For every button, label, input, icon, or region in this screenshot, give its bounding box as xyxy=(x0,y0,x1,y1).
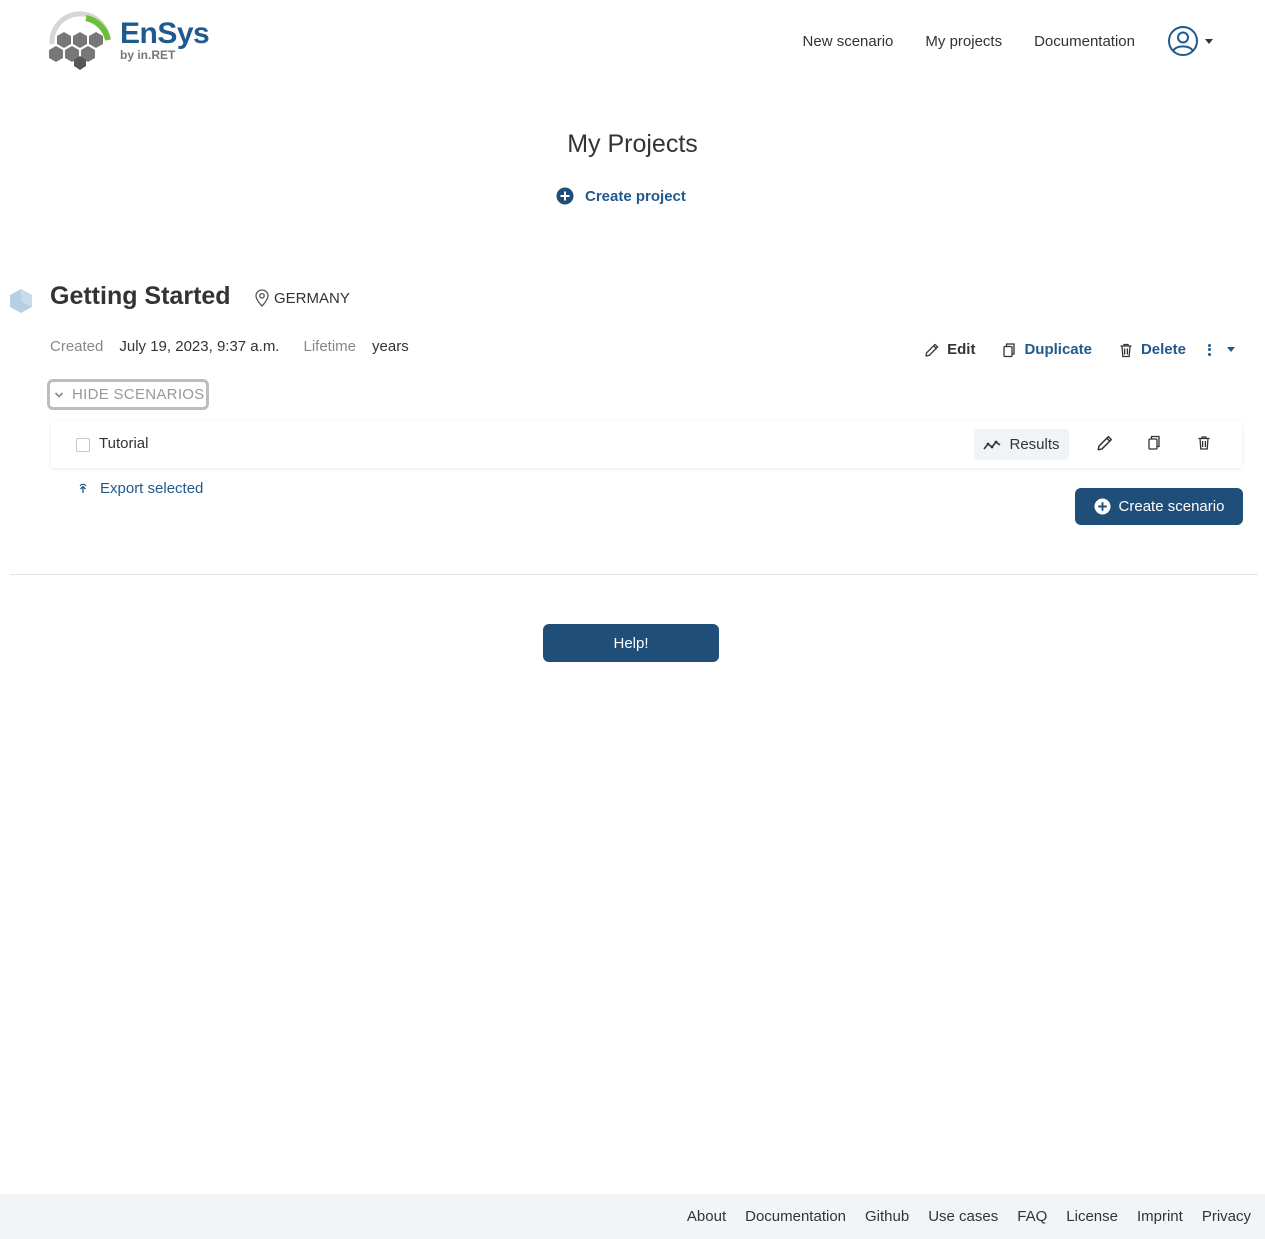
scenario-name: Tutorial xyxy=(99,435,149,452)
results-label: Results xyxy=(1009,436,1060,453)
pencil-icon xyxy=(1097,435,1113,451)
edit-label: Edit xyxy=(947,341,976,358)
delete-scenario-button[interactable] xyxy=(1196,434,1212,456)
edit-scenario-button[interactable] xyxy=(1096,434,1114,457)
project-hexagon-icon xyxy=(10,289,32,313)
brand-subtitle: by in.RET xyxy=(120,48,176,62)
export-selected-label: Export selected xyxy=(100,480,204,497)
project-meta: Created July 19, 2023, 9:37 a.m. Lifetim… xyxy=(50,338,433,355)
delete-project-button[interactable]: Delete xyxy=(1118,341,1186,358)
lifetime-label: Lifetime xyxy=(303,338,357,355)
project-actions: Edit Duplicate Delete xyxy=(898,341,1235,358)
create-scenario-button[interactable]: Create scenario xyxy=(1075,488,1243,525)
project-location: GERMANY xyxy=(255,289,350,307)
copy-icon xyxy=(1003,342,1016,357)
lifetime-value: years xyxy=(372,338,409,355)
top-nav: New scenario My projects Documentation xyxy=(787,25,1265,57)
project-title: Getting Started xyxy=(50,282,231,310)
results-button[interactable]: Results xyxy=(974,429,1069,460)
delete-label: Delete xyxy=(1140,341,1186,358)
footer-link-use-cases[interactable]: Use cases xyxy=(928,1208,998,1225)
pencil-icon xyxy=(925,343,939,357)
footer: About Documentation Github Use cases FAQ… xyxy=(0,1194,1265,1239)
footer-link-about[interactable]: About xyxy=(687,1208,726,1225)
duplicate-label: Duplicate xyxy=(1024,341,1092,358)
help-button[interactable]: Help! xyxy=(543,624,719,662)
trash-icon xyxy=(1120,343,1132,357)
divider xyxy=(10,574,1258,575)
hide-scenarios-toggle[interactable]: HIDE SCENARIOS xyxy=(47,379,209,410)
line-chart-icon xyxy=(983,440,1001,449)
scenario-checkbox[interactable] xyxy=(76,438,90,452)
caret-down-icon xyxy=(1205,38,1213,44)
copy-icon xyxy=(1148,435,1160,450)
kebab-menu-icon xyxy=(1208,343,1211,356)
duplicate-scenario-button[interactable] xyxy=(1146,434,1162,456)
chevron-down-icon xyxy=(54,391,64,398)
export-selected-link[interactable]: Export selected xyxy=(78,480,203,497)
create-scenario-label: Create scenario xyxy=(1118,498,1225,515)
more-actions-button[interactable] xyxy=(1208,343,1235,356)
create-project-label: Create project xyxy=(585,187,686,205)
page-title: My Projects xyxy=(567,130,698,158)
hide-scenarios-label: HIDE SCENARIOS xyxy=(72,386,205,403)
duplicate-project-button[interactable]: Duplicate xyxy=(1001,341,1092,358)
footer-link-github[interactable]: Github xyxy=(865,1208,909,1225)
footer-link-privacy[interactable]: Privacy xyxy=(1202,1208,1251,1225)
scenario-row: Tutorial Results xyxy=(51,421,1242,468)
created-label: Created xyxy=(50,338,104,355)
edit-project-button[interactable]: Edit xyxy=(924,341,975,358)
footer-link-faq[interactable]: FAQ xyxy=(1017,1208,1047,1225)
trash-icon xyxy=(1198,436,1210,450)
brand-name: EnSys xyxy=(120,17,210,50)
nav-new-scenario[interactable]: New scenario xyxy=(803,33,894,50)
nav-my-projects[interactable]: My projects xyxy=(925,33,1002,50)
footer-link-documentation[interactable]: Documentation xyxy=(745,1208,846,1225)
hexagon-logo-icon xyxy=(49,11,111,70)
plus-circle-icon xyxy=(1094,498,1111,515)
export-icon xyxy=(79,483,87,493)
page: EnSys by in.RET New scenario My projects… xyxy=(0,0,1265,1239)
footer-link-imprint[interactable]: Imprint xyxy=(1137,1208,1183,1225)
ensys-logo[interactable]: EnSys by in.RET xyxy=(46,10,216,70)
nav-documentation[interactable]: Documentation xyxy=(1034,33,1135,50)
footer-link-license[interactable]: License xyxy=(1066,1208,1118,1225)
project-location-label: GERMANY xyxy=(274,289,350,307)
caret-down-icon xyxy=(1227,347,1235,352)
create-project-button[interactable]: Create project xyxy=(556,187,686,205)
user-menu-button[interactable] xyxy=(1167,25,1213,57)
created-value: July 19, 2023, 9:37 a.m. xyxy=(119,338,280,355)
user-circle-icon xyxy=(1168,26,1198,56)
plus-circle-icon xyxy=(556,187,574,205)
map-pin-icon xyxy=(255,289,269,307)
